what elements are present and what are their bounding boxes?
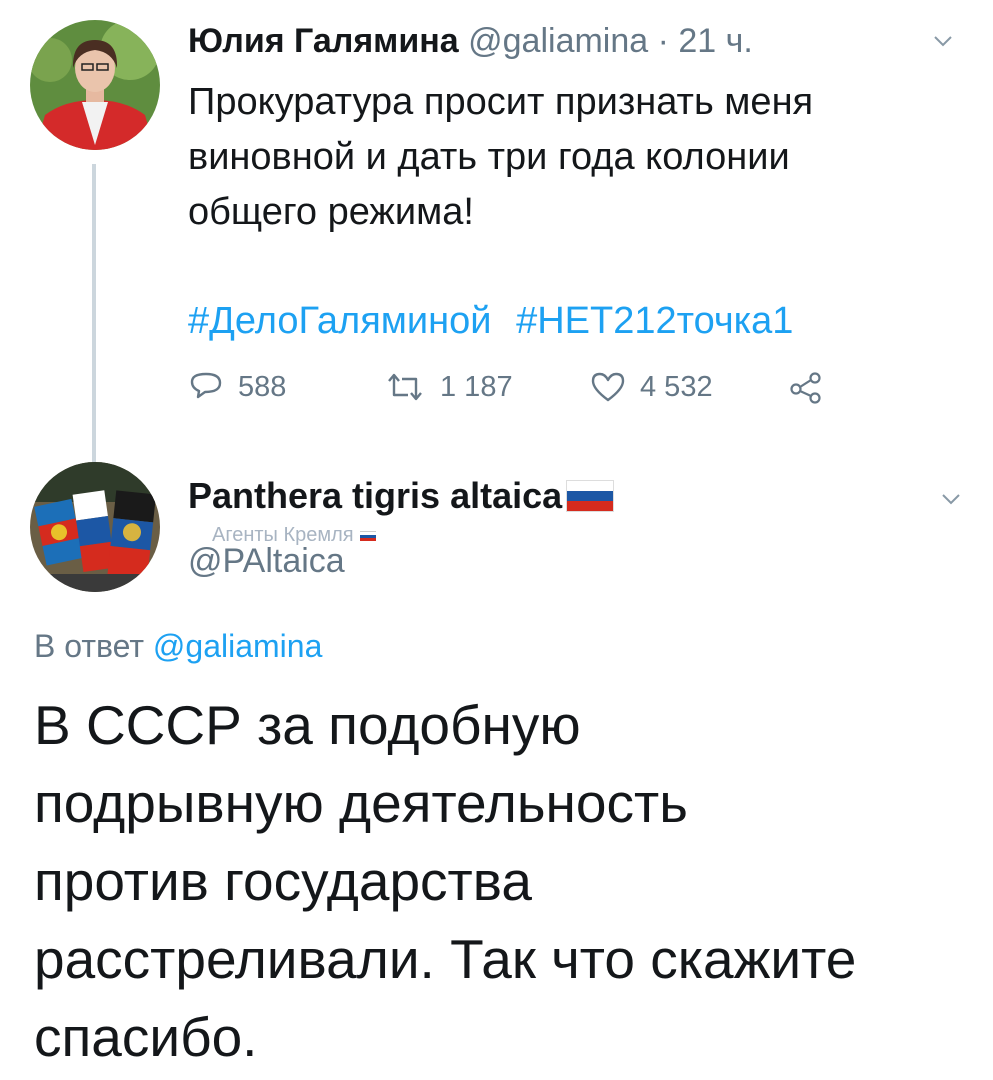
share-icon — [790, 372, 821, 404]
retweet-button[interactable]: 1 187 — [384, 362, 513, 412]
tweet1-menu-button[interactable] — [932, 30, 954, 52]
heart-icon — [591, 372, 625, 402]
flags-avatar-icon — [30, 462, 160, 592]
reply-icon — [190, 372, 222, 399]
reply-button[interactable]: 588 — [188, 362, 286, 412]
mini-russian-flag-icon — [359, 531, 376, 541]
like-count: 4 532 — [640, 370, 713, 403]
tweet2-handle[interactable]: @PAltaica — [188, 542, 345, 581]
chevron-down-icon — [942, 494, 960, 505]
reply-mention-link[interactable]: @galiamina — [153, 628, 322, 664]
tweet1-separator: · — [648, 22, 679, 60]
tweet2-menu-button[interactable] — [940, 488, 962, 510]
tweet2-author-name[interactable]: Panthera tigris altaica — [188, 475, 562, 517]
hashtag-link[interactable]: #НЕТ212точка1 — [516, 300, 793, 342]
tweet1-time[interactable]: 21 ч. — [678, 22, 752, 60]
reply-prefix: В ответ — [34, 628, 153, 664]
chevron-down-icon — [934, 36, 952, 47]
tweet1-actions: 588 1 187 4 532 — [188, 362, 848, 412]
hashtag-link[interactable]: #ДелоГаляминой — [188, 300, 492, 342]
reply-count: 588 — [238, 370, 287, 403]
share-button[interactable] — [788, 362, 824, 412]
tweet1-author-name[interactable]: Юлия Галямина — [188, 22, 459, 60]
tweet1-text: Прокуратура просит признать меня виновно… — [188, 81, 814, 233]
user-avatar-galiamina[interactable] — [30, 20, 160, 150]
user-avatar-paltaica[interactable] — [30, 462, 160, 592]
reply-to-line: В ответ @galiamina — [34, 628, 322, 665]
retweet-icon — [388, 373, 422, 401]
tweet2-text: В СССР за подобную подрывную деятельност… — [34, 694, 857, 1068]
retweet-count: 1 187 — [440, 370, 513, 403]
like-button[interactable]: 4 532 — [590, 362, 713, 412]
tweet1-header: Юлия Галямина @galiamina · 21 ч. — [188, 22, 753, 61]
tweet2-author-name-row: Panthera tigris altaica — [188, 475, 615, 517]
russian-flag-icon — [566, 480, 615, 512]
tweet1-handle[interactable]: @galiamina — [468, 22, 648, 60]
tweet1-hashtags: #ДелоГаляминой #НЕТ212точка1 — [188, 300, 807, 343]
thread-line — [92, 164, 96, 464]
user-photo-avatar-icon — [30, 20, 160, 150]
